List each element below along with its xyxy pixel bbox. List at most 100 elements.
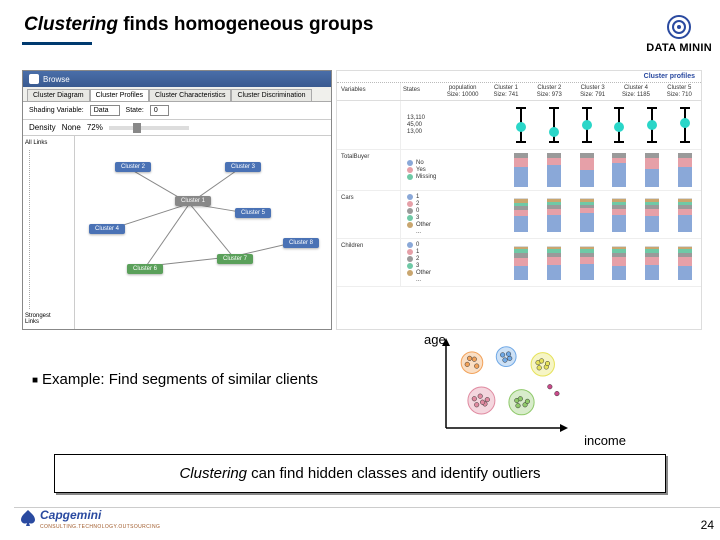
stacked-bar-cell [668, 239, 701, 286]
legend-item: 3 [407, 263, 505, 269]
legend-item: No [407, 160, 505, 166]
legend-item: 1 [407, 249, 505, 255]
boxplot-cell [636, 101, 669, 149]
col-states: States [401, 83, 441, 100]
row-legend: NoYesMissing [401, 150, 505, 190]
cluster-diagram[interactable]: Cluster 1 Cluster 2 Cluster 3 Cluster 4 … [75, 136, 331, 329]
node[interactable]: Cluster 3 [225, 162, 261, 172]
stacked-bar-cell [505, 239, 538, 286]
node[interactable]: Cluster 6 [127, 264, 163, 274]
stacked-bar-cell [505, 150, 538, 190]
tab-cluster-diagram[interactable]: Cluster Diagram [27, 89, 90, 101]
cluster-headers: populationSize: 10000Cluster 1Size: 741C… [441, 83, 701, 100]
brand-target-icon [666, 14, 692, 40]
boxplot-cell [505, 101, 538, 149]
app-icon [29, 74, 39, 84]
scatter-chart: age income [430, 336, 570, 442]
title-italic: Clustering [24, 14, 118, 35]
controls-row-2: Density None 72% [23, 120, 331, 136]
cluster-header[interactable]: Cluster 4Size: 1185 [614, 83, 657, 100]
legend-item: 1 [407, 194, 505, 200]
row-bars [505, 191, 701, 238]
stacked-bar-cell [538, 191, 571, 238]
row-legend: 1203Other... [401, 191, 505, 238]
legend-item: ... [407, 229, 505, 235]
profiles-columns: Variables States populationSize: 10000Cl… [337, 83, 701, 101]
legend-item: 13,110 [407, 115, 505, 121]
density-label: Density [29, 123, 56, 132]
row-variable-label: TotalBuyer [337, 150, 401, 190]
cluster-header[interactable]: Cluster 5Size: 710 [658, 83, 701, 100]
tab-cluster-discrimination[interactable]: Cluster Discrimination [231, 89, 311, 101]
density-scale: All Links Strongest Links [23, 136, 75, 329]
legend-item: Yes [407, 167, 505, 173]
slide-title: Clustering finds homogeneous groups [24, 14, 373, 36]
stacked-bar-cell [603, 150, 636, 190]
boxplot-cell [668, 101, 701, 149]
window-title: Browse [43, 75, 70, 84]
bullet-icon: ■ [32, 375, 38, 386]
callout-rest: can find hidden classes and identify out… [247, 465, 541, 482]
legend-item: 2 [407, 201, 505, 207]
density-accent[interactable]: 72% [87, 123, 103, 132]
shading-select[interactable]: Data [90, 105, 120, 116]
legend-item: 0 [407, 208, 505, 214]
footer-logo: Capgemini CONSULTING.TECHNOLOGY.OUTSOURC… [18, 506, 160, 530]
stacked-bar-cell [570, 150, 603, 190]
stacked-bar-cell [538, 239, 571, 286]
title-underline [22, 42, 92, 45]
legend-item: Other [407, 270, 505, 276]
stacked-bar-cell [505, 191, 538, 238]
diagram-area: All Links Strongest Links Cluster 1 Clus… [23, 136, 331, 329]
legend-item: 3 [407, 215, 505, 221]
legend-item: Other [407, 222, 505, 228]
x-axis-label: income [584, 433, 626, 448]
bullet: ■Example: Find segments of similar clien… [32, 371, 318, 388]
legend-item: 13,00 [407, 129, 505, 135]
row-legend: 13,11045,0013,00 [401, 101, 505, 149]
profiles-header: Cluster profiles [337, 71, 701, 83]
app-window: Browse Cluster Diagram Cluster Profiles … [22, 70, 332, 330]
boxplot-cell [538, 101, 571, 149]
cluster-header[interactable]: Cluster 1Size: 741 [484, 83, 527, 100]
slide: Clustering finds homogeneous groups DATA… [0, 0, 720, 540]
stacked-bar-cell [538, 150, 571, 190]
tab-cluster-profiles[interactable]: Cluster Profiles [90, 89, 149, 101]
state-select[interactable]: 0 [150, 105, 169, 116]
boxplot-cell [603, 101, 636, 149]
row-variable-label [337, 101, 401, 149]
cluster-header[interactable]: populationSize: 10000 [441, 83, 484, 100]
boxplot-cell [570, 101, 603, 149]
cluster-header[interactable]: Cluster 2Size: 973 [528, 83, 571, 100]
row-bars [505, 239, 701, 286]
node[interactable]: Cluster 2 [115, 162, 151, 172]
state-label: State: [126, 107, 144, 114]
node[interactable]: Cluster 8 [283, 238, 319, 248]
row-bars [505, 101, 701, 149]
title-row: Clustering finds homogeneous groups DATA… [24, 14, 712, 54]
cluster-header[interactable]: Cluster 3Size: 791 [571, 83, 614, 100]
node[interactable]: Cluster 7 [217, 254, 253, 264]
density-slider[interactable] [109, 126, 189, 130]
legend-item: 0 [407, 242, 505, 248]
stacked-bar-cell [570, 239, 603, 286]
profile-row: Children0123Other... [337, 239, 701, 287]
stacked-bar-cell [603, 239, 636, 286]
row-bars [505, 150, 701, 190]
stacked-bar-cell [636, 150, 669, 190]
col-variables: Variables [337, 83, 401, 100]
profile-row: 13,11045,0013,00 [337, 101, 701, 150]
profile-row: Cars1203Other... [337, 191, 701, 239]
node[interactable]: Cluster 5 [235, 208, 271, 218]
brand-label: DATA MININ [646, 42, 712, 54]
node-center[interactable]: Cluster 1 [175, 196, 211, 206]
row-variable-label: Children [337, 239, 401, 286]
controls-row-1: Shading Variable: Data State: 0 [23, 102, 331, 120]
window-titlebar[interactable]: Browse [23, 71, 331, 87]
profile-row: TotalBuyerNoYesMissing [337, 150, 701, 191]
callout-italic: Clustering [179, 465, 247, 482]
node[interactable]: Cluster 4 [89, 224, 125, 234]
density-select[interactable]: None [62, 123, 81, 132]
tab-cluster-characteristics[interactable]: Cluster Characteristics [149, 89, 231, 101]
legend-item: 45,00 [407, 122, 505, 128]
